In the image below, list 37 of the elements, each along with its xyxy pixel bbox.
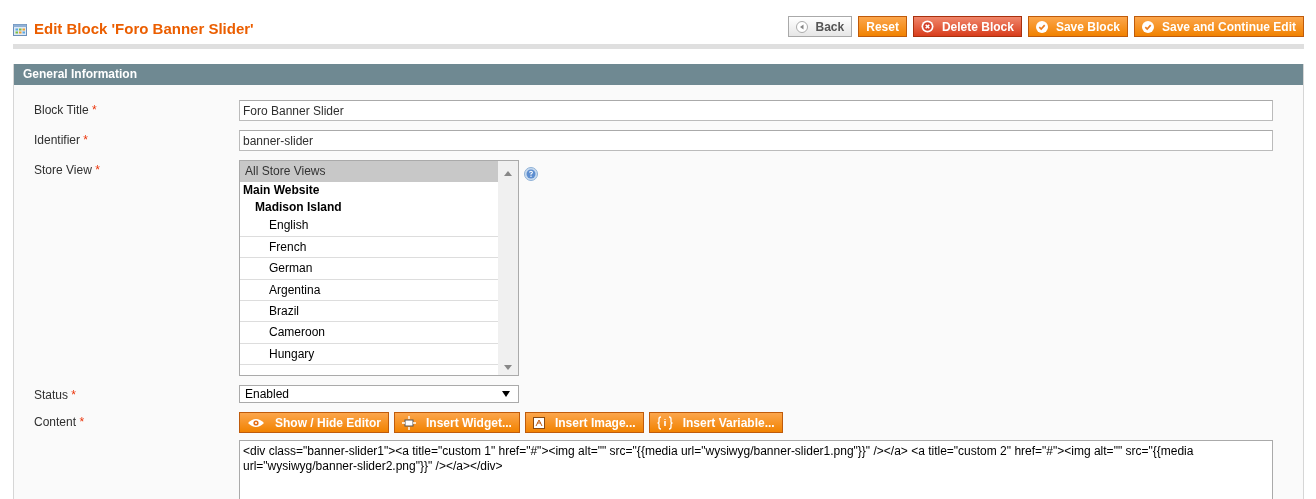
content-editor[interactable]: <div class="banner-slider1"><a title="custom 1" href="#"><img alt="" src="{{media url="wysiwyg/banner-slider1.png"}}" /></a> <a title="custom 2" href="#"><img alt="" src="{{media url="wysiwyg/banner-slider2.png"}}" /></a></div>	[239, 440, 1273, 499]
grid-icon	[13, 23, 27, 36]
scroll-down-icon[interactable]	[504, 365, 512, 370]
action-button[interactable]: Back	[787, 16, 853, 37]
eye-icon	[247, 417, 265, 428]
scroll-up-icon[interactable]	[504, 171, 512, 176]
image-icon	[532, 416, 545, 429]
store-view-option[interactable]: All Store Views	[240, 161, 498, 183]
text-field[interactable]: banner-slider	[239, 130, 1273, 151]
store-view-option[interactable]: Hungary	[240, 343, 498, 366]
store-view-option[interactable]: Madison Island	[240, 198, 498, 216]
field-label: Content *	[34, 414, 86, 431]
check-icon	[1142, 20, 1154, 33]
back-icon	[795, 20, 808, 33]
store-view-option[interactable]: Cameroon	[240, 322, 498, 344]
store-view-option[interactable]: German	[240, 258, 498, 280]
help-icon[interactable]	[524, 167, 538, 181]
action-button[interactable]: Delete Block	[912, 16, 1022, 37]
store-view-option[interactable]: French	[240, 236, 498, 259]
store-view-list[interactable]: All Store Views Main Website Madison Island English French German Argentina Brazil Cameroon Hungary	[239, 160, 519, 376]
page-title: Edit Block 'Foro Banner Slider'	[34, 20, 254, 37]
dropdown-arrow-icon	[502, 391, 510, 397]
field-label: Status *	[34, 387, 78, 403]
field-label: Block Title *	[34, 102, 98, 119]
field-label: Identifier *	[34, 132, 90, 149]
section-header: General Information	[14, 64, 1303, 85]
text-field[interactable]: Foro Banner Slider	[239, 100, 1273, 121]
status-select[interactable]: Enabled	[239, 385, 519, 403]
store-view-option[interactable]: Brazil	[240, 300, 498, 323]
widget-icon	[402, 415, 416, 430]
field-label: Store View *	[34, 162, 101, 179]
store-view-option[interactable]: Argentina	[240, 279, 498, 301]
delete-icon	[920, 20, 934, 33]
braces-icon	[656, 415, 673, 430]
store-view-option[interactable]: English	[240, 215, 498, 237]
check-icon	[1035, 20, 1048, 33]
store-view-option[interactable]: Main Website	[240, 182, 498, 199]
